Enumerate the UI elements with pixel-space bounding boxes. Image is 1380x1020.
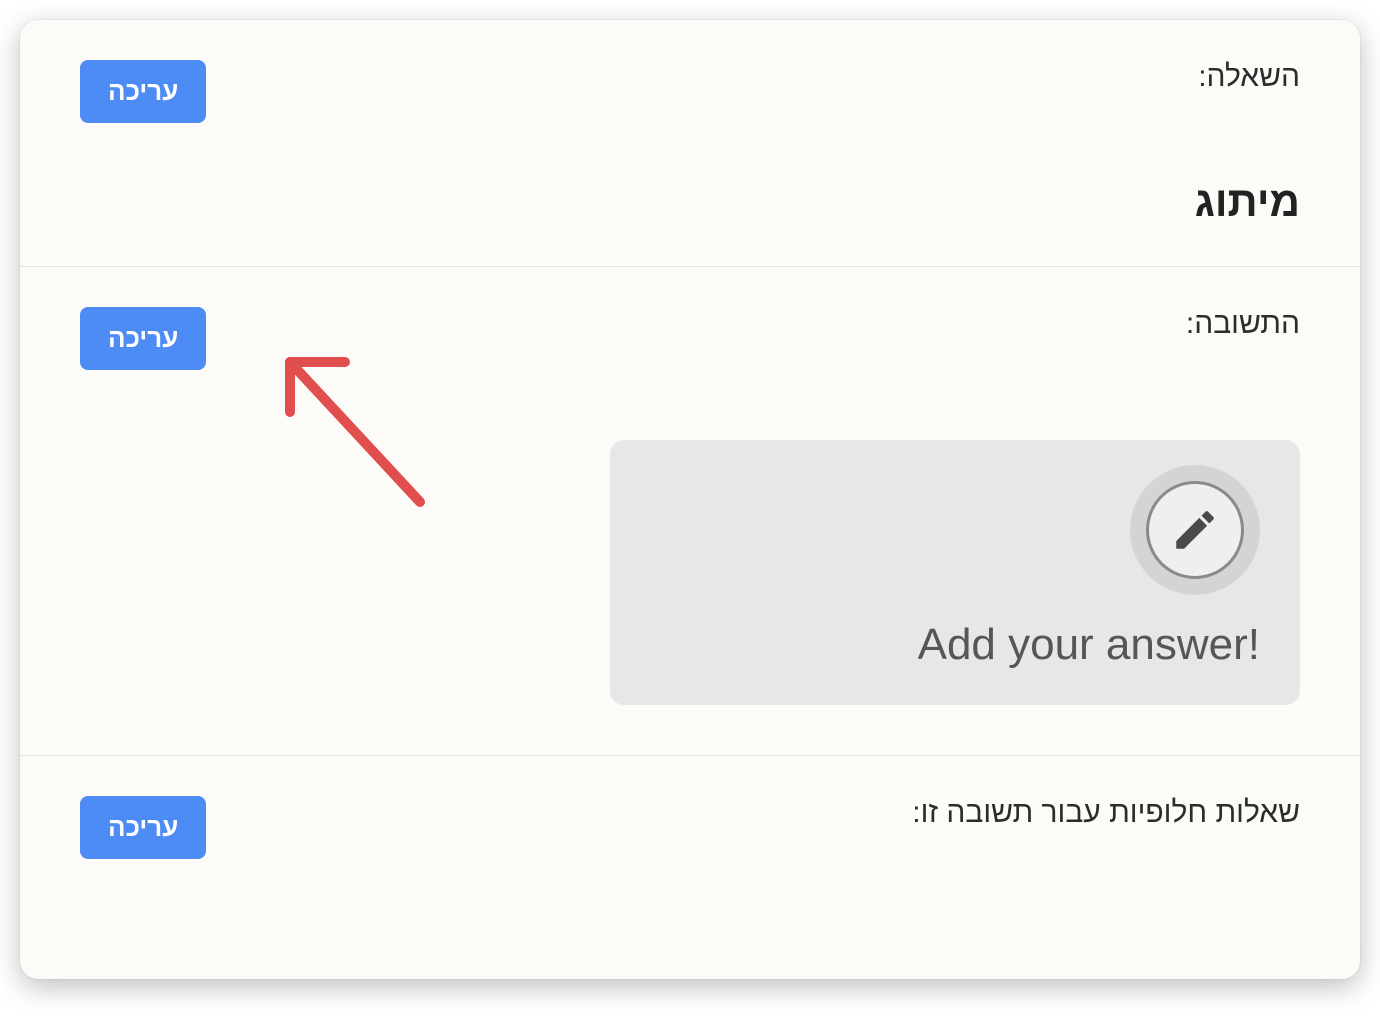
answer-placeholder-text: Add your answer! [650, 620, 1260, 670]
content-card: השאלה: עריכה מיתוג התשובה: עריכה Add you… [20, 20, 1360, 979]
answer-edit-button[interactable]: עריכה [80, 307, 206, 370]
alternatives-row: שאלות חלופיות עבור תשובה זו: עריכה [80, 796, 1300, 859]
question-section: השאלה: עריכה מיתוג [20, 20, 1360, 267]
question-label: השאלה: [1198, 60, 1300, 94]
question-row: השאלה: עריכה [80, 60, 1300, 123]
pencil-icon [1170, 505, 1220, 555]
alternatives-label: שאלות חלופיות עבור תשובה זו: [912, 796, 1300, 830]
pencil-badge-inner [1146, 481, 1244, 579]
alternatives-section: שאלות חלופיות עבור תשובה זו: עריכה [20, 756, 1360, 979]
answer-row: התשובה: עריכה [80, 307, 1300, 370]
answer-label: התשובה: [1186, 307, 1300, 341]
question-edit-button[interactable]: עריכה [80, 60, 206, 123]
question-heading: מיתוג [80, 178, 1300, 226]
answer-section: התשובה: עריכה Add your answer! [20, 267, 1360, 756]
alternatives-edit-button[interactable]: עריכה [80, 796, 206, 859]
answer-placeholder-card[interactable]: Add your answer! [610, 440, 1300, 705]
pencil-badge-icon [1130, 465, 1260, 595]
